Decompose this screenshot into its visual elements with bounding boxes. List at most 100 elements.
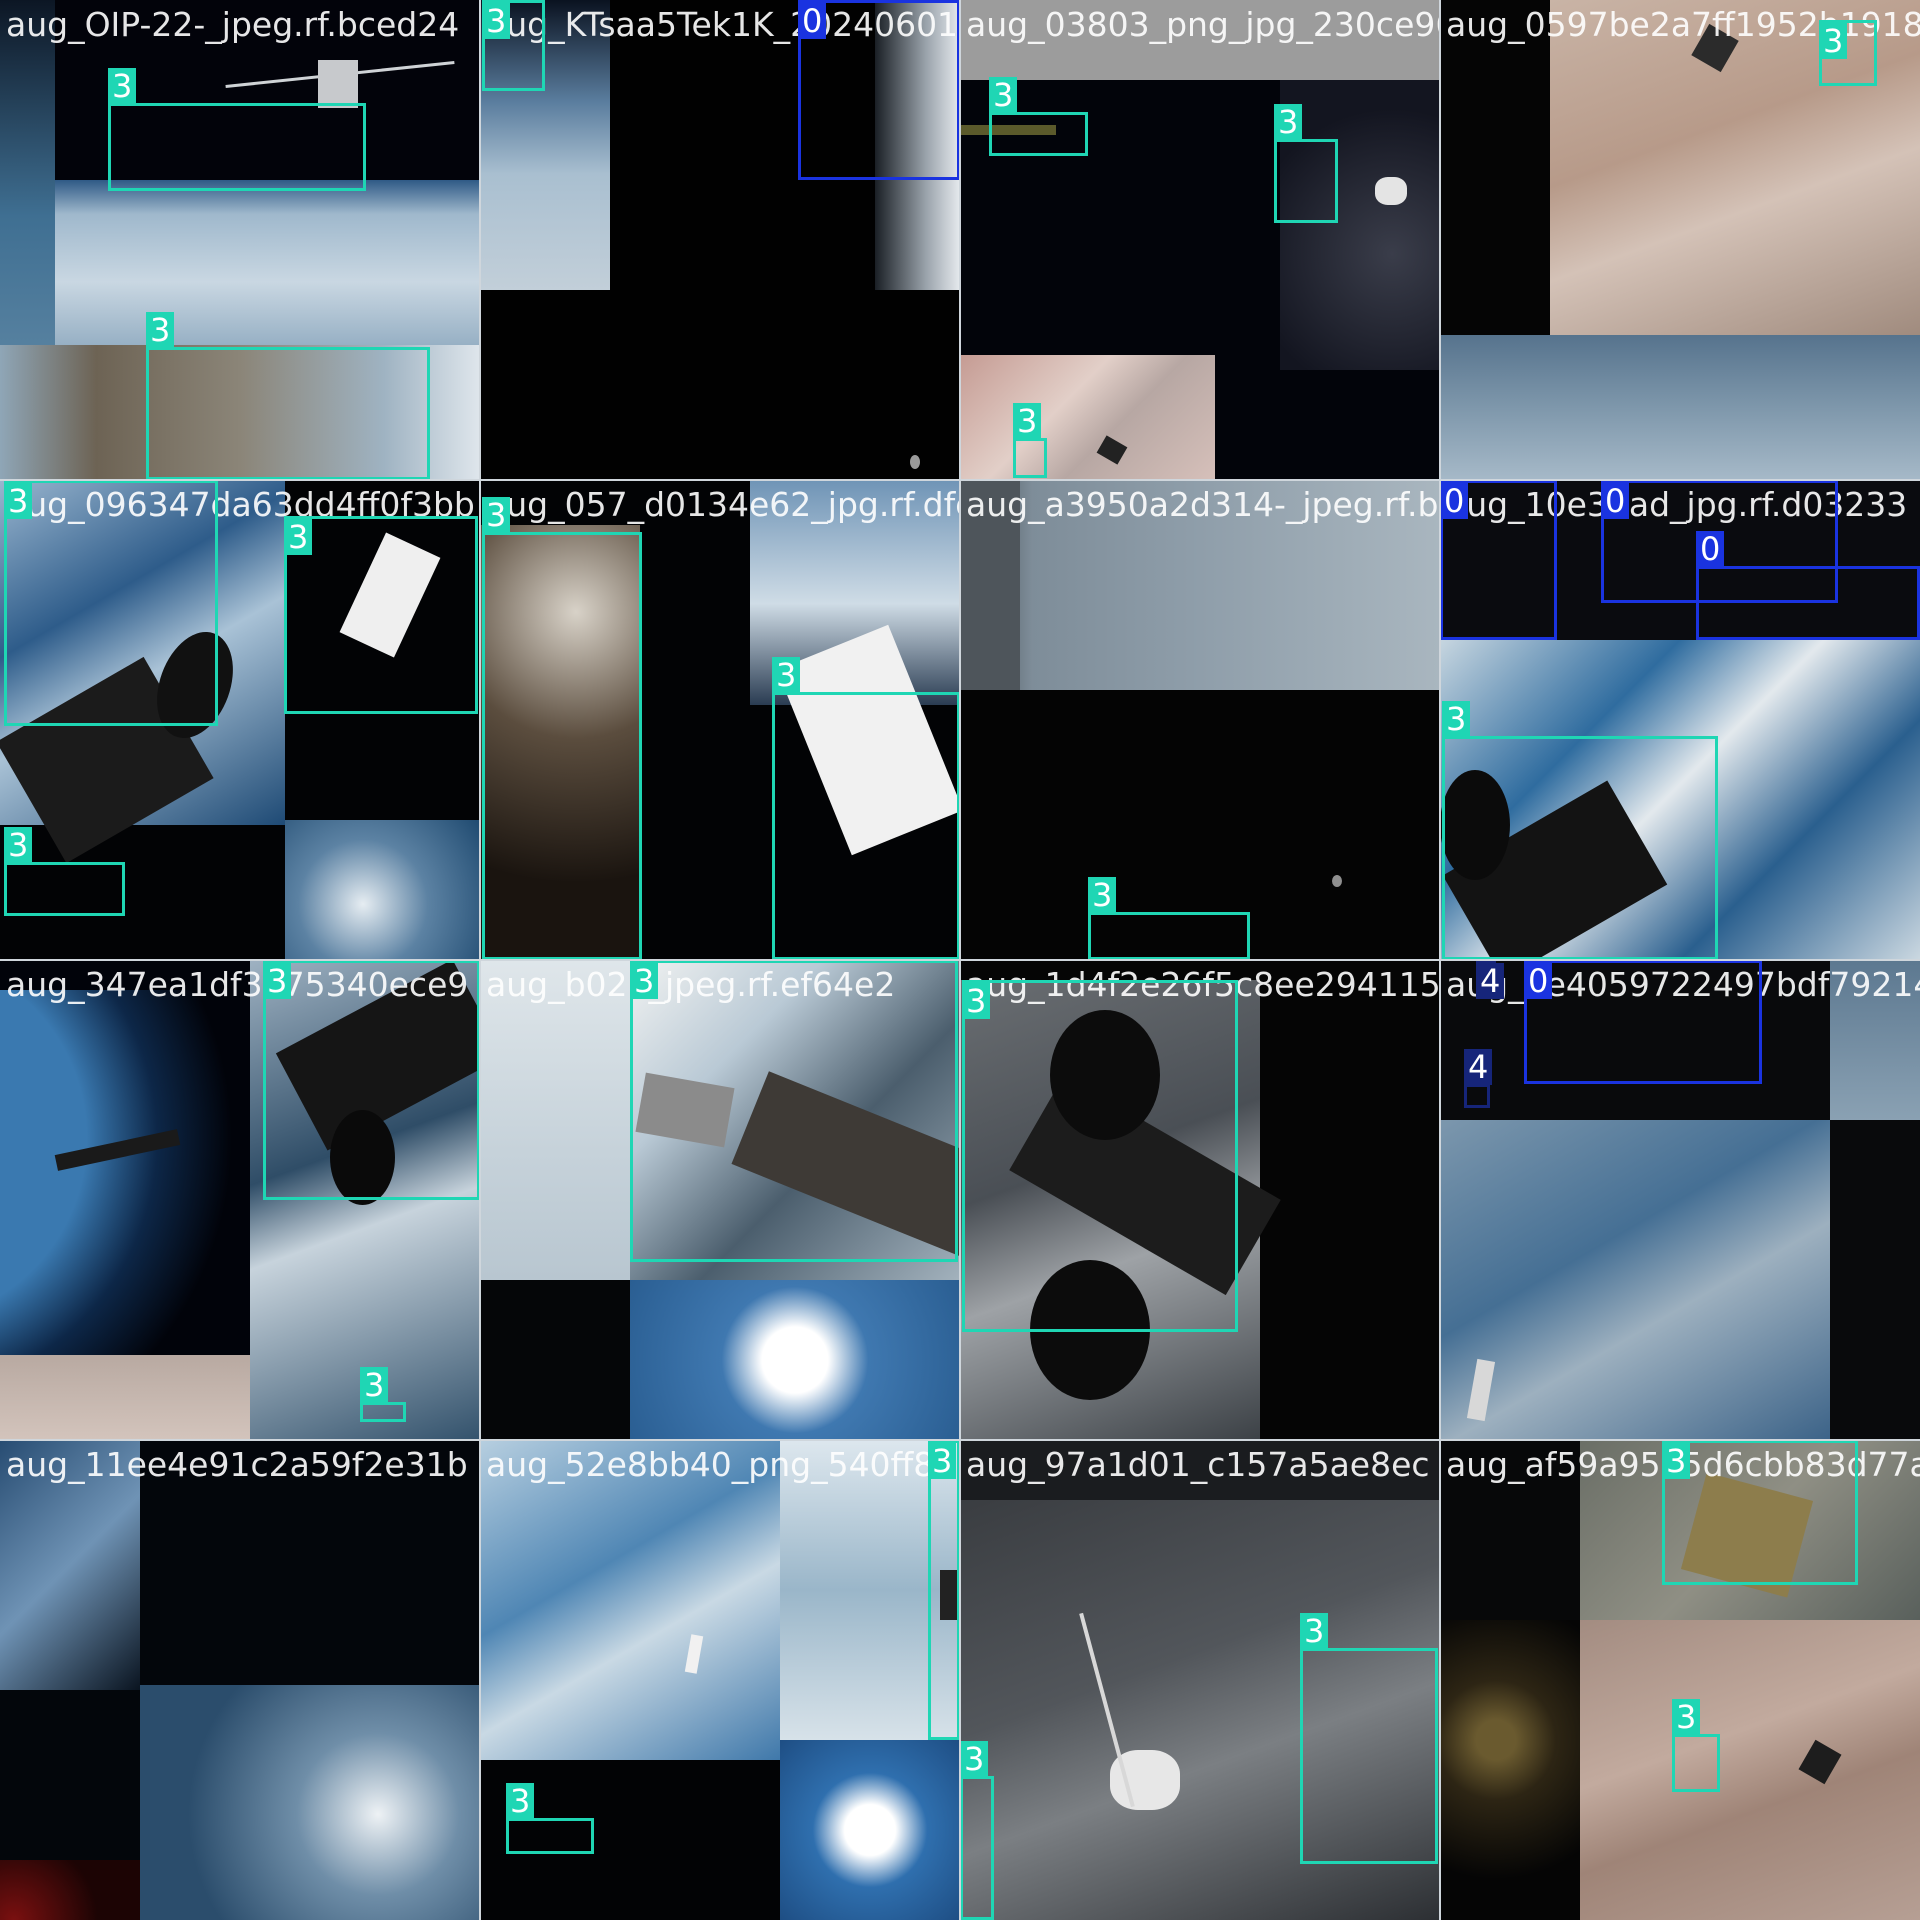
class-id-label: 3 (482, 3, 511, 39)
mosaic-tile: aug_11ee4e91c2a59f2e31b (0, 1440, 480, 1920)
mosaic-tile: aug_057_d0134e62_jpg.rf.dfe90b33 (480, 480, 960, 960)
mosaic-tile: aug_KTsaa5Tek1K_20240601_ 3 0 (480, 0, 960, 480)
class-id-label: 3 (1672, 1699, 1701, 1735)
mosaic-tile: aug_03803_png_jpg_230ce962 3 3 3 (960, 0, 1440, 480)
tile-divider (1439, 0, 1441, 1920)
detection-box: 3 (1672, 1699, 1720, 1792)
detection-box: 3 (4, 827, 125, 916)
detection-box: 3 (1819, 20, 1877, 86)
detection-box: 3 (482, 497, 642, 960)
photo-fragment (285, 820, 480, 960)
detection-box: 3 (284, 516, 478, 714)
photo-fragment (780, 1740, 960, 1920)
class-id-label: 3 (1013, 403, 1042, 439)
detection-box: 3 (1662, 1440, 1858, 1585)
detection-box: 3 (630, 960, 958, 1262)
class-id-label: 0 (1601, 483, 1630, 519)
mosaic-tile: aug_a3950a2d314-_jpeg.rf.b3d583 (960, 480, 1440, 960)
photo-fragment (1280, 80, 1440, 370)
tile-divider (0, 1439, 1920, 1441)
class-id-label: 3 (108, 68, 137, 104)
class-id-label: 3 (989, 77, 1018, 113)
photo-fragment (1440, 1120, 1830, 1440)
photo-fragment (0, 990, 250, 1360)
mosaic-tile: aug_52e8bb40_png_540ff842 3 3 (480, 1440, 960, 1920)
class-id-label: 3 (928, 1443, 957, 1479)
detection-box: 3 (1013, 403, 1047, 478)
class-id-label: 4 (1464, 1049, 1493, 1085)
mosaic-tile: aug_096347da63dd4ff0f3bb 3 3 3 (0, 480, 480, 960)
photo-fragment (960, 0, 1440, 80)
photo-fragment (960, 480, 1020, 690)
class-id-label: 3 (772, 657, 801, 693)
mosaic-tile: aug_b02b_jpeg.rf.ef64e2 3 (480, 960, 960, 1440)
detection-box: 3 (962, 980, 1238, 1332)
photo-fragment (480, 960, 630, 1280)
photo-fragment (1830, 960, 1920, 1120)
class-id-label: 3 (1088, 877, 1117, 913)
class-id-label: 3 (4, 483, 33, 519)
class-id-label: 3 (960, 1741, 989, 1777)
class-id-label: 3 (506, 1783, 535, 1819)
class-id-label: 3 (284, 519, 313, 555)
photo-fragment (960, 480, 1440, 690)
mosaic-tile: aug_OIP-22-_jpeg.rf.bced24 3 3 (0, 0, 480, 480)
class-id-label: 3 (146, 312, 175, 348)
class-id-label: 3 (630, 963, 659, 999)
detection-box: 3 (146, 312, 430, 480)
mosaic-tile: aug_10e39ad_jpg.rf.d03233 0 0 0 3 (1440, 480, 1920, 960)
photo-fragment (480, 1440, 780, 1760)
detection-box: 3 (1300, 1613, 1438, 1864)
class-id-label: 3 (263, 963, 292, 999)
class-id-label: 0 (1440, 483, 1469, 519)
mosaic-tile: aug_0597be2a7ff1952b1918 3 (1440, 0, 1920, 480)
satellite-shape (318, 60, 358, 108)
mosaic-tile: aug_1d4f2e26f5c8ee294115 3 (960, 960, 1440, 1440)
photo-fragment (1440, 335, 1920, 480)
photo-fragment (0, 1860, 140, 1920)
satellite-shape (1375, 177, 1407, 205)
mosaic-tile: aug_97a1d01_c157a5ae8ec 3 3 (960, 1440, 1440, 1920)
mosaic-tile: aug_347ea1df3775340ece9 3 3 (0, 960, 480, 1440)
class-id-label: 3 (482, 497, 511, 533)
class-id-label: 3 (4, 827, 33, 863)
photo-fragment (1580, 1620, 1920, 1920)
photo-fragment (0, 1355, 250, 1440)
detection-box: 3 (4, 480, 218, 726)
detection-box: 4 (1476, 960, 1505, 999)
detection-box: 3 (506, 1783, 594, 1854)
detection-box: 3 (772, 657, 960, 960)
detection-box: 3 (360, 1367, 406, 1422)
photo-fragment (0, 1440, 140, 1690)
detection-box: 3 (1088, 877, 1250, 960)
detection-box: 3 (1274, 104, 1338, 223)
detection-box: 3 (989, 77, 1088, 156)
augmented-image-mosaic: aug_OIP-22-_jpeg.rf.bced24 3 3 aug_KTsaa5Te… (0, 0, 1920, 1920)
photo-fragment (1440, 1620, 1580, 1920)
detection-box: 0 (798, 0, 960, 180)
class-id-label: 4 (1476, 963, 1505, 999)
tile-divider (0, 959, 1920, 961)
detection-box: 3 (108, 68, 366, 191)
class-id-label: 3 (1662, 1443, 1691, 1479)
class-id-label: 3 (1300, 1613, 1329, 1649)
detection-box: 3 (928, 1440, 960, 1740)
class-id-label: 3 (1819, 23, 1848, 59)
detection-box: 0 (1524, 960, 1762, 1084)
photo-fragment (630, 1280, 960, 1440)
photo-fragment (960, 355, 1215, 480)
photo-fragment (140, 1685, 480, 1920)
mosaic-tile: aug_af59a9585d6cbb83d77a33 (1440, 1440, 1920, 1920)
class-id-label: 3 (1274, 104, 1303, 140)
detection-box: 3 (482, 0, 545, 91)
class-id-label: 3 (360, 1367, 389, 1403)
class-id-label: 0 (1696, 531, 1725, 567)
detection-box: 3 (960, 1741, 994, 1920)
class-id-label: 0 (798, 3, 827, 39)
class-id-label: 0 (1524, 963, 1553, 999)
mosaic-tile: aug_3e4059722497bdf79214 4 0 4 (1440, 960, 1920, 1440)
photo-fragment (55, 180, 480, 350)
detection-box: 0 (1696, 531, 1920, 640)
satellite-shape (910, 455, 920, 469)
class-id-label: 3 (962, 983, 991, 1019)
